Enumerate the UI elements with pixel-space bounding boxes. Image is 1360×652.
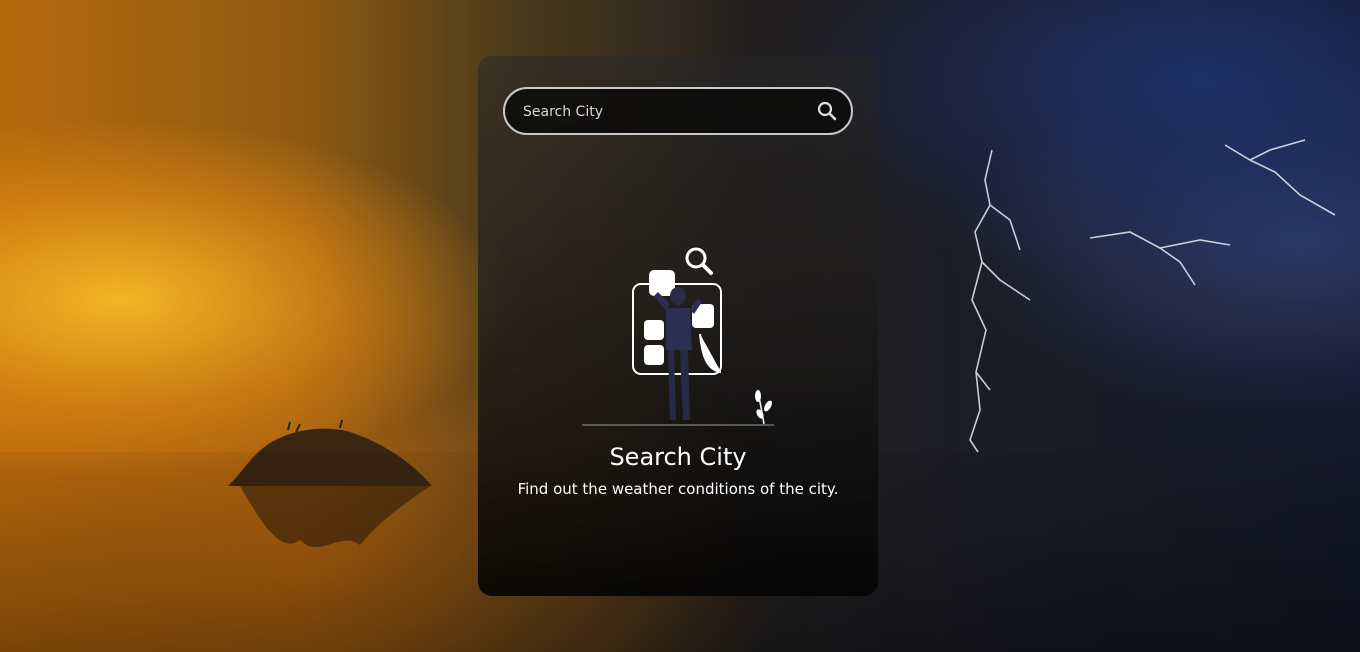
weather-app-background: Search City Find out the weather conditi… <box>0 0 1360 652</box>
weather-card: Search City Find out the weather conditi… <box>478 56 878 596</box>
search-city-illustration <box>582 247 774 426</box>
search-box <box>503 87 853 135</box>
search-button[interactable] <box>815 99 839 123</box>
search-input[interactable] <box>521 89 805 135</box>
empty-state-title: Search City <box>609 443 747 471</box>
search-icon <box>817 101 837 121</box>
empty-state-description: Find out the weather conditions of the c… <box>517 480 839 498</box>
